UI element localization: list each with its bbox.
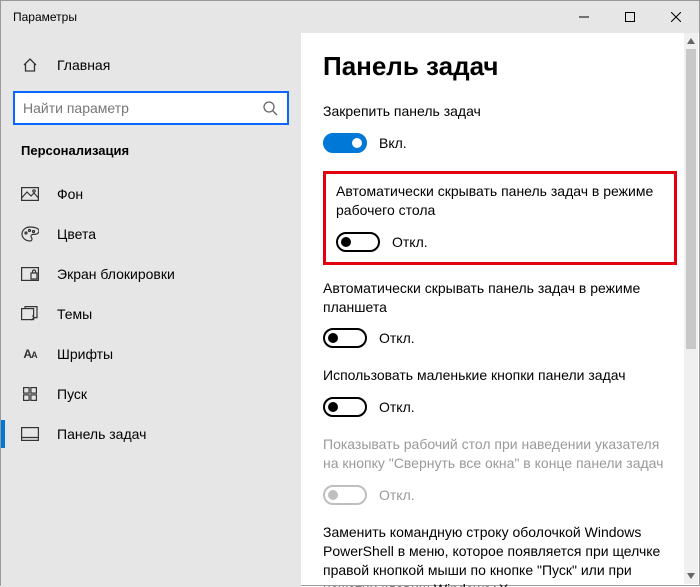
toggle-autohide-desktop[interactable] (336, 232, 380, 252)
sidebar-item-label: Экран блокировки (57, 266, 175, 282)
sidebar-item-fonts[interactable]: AA Шрифты (1, 334, 301, 374)
setting-label: Показывать рабочий стол при наведении ук… (323, 435, 677, 473)
scroll-up-icon[interactable] (684, 33, 698, 49)
sidebar-item-label: Цвета (57, 226, 96, 242)
sidebar-item-lockscreen[interactable]: Экран блокировки (1, 254, 301, 294)
window-title: Параметры (1, 10, 77, 24)
toggle-lock-taskbar[interactable] (323, 133, 367, 153)
sidebar-home-label: Главная (57, 57, 110, 73)
themes-icon (21, 305, 39, 323)
sidebar-item-label: Пуск (57, 386, 87, 402)
scroll-down-icon[interactable] (684, 568, 698, 584)
toggle-small-buttons[interactable] (323, 397, 367, 417)
toggle-state: Вкл. (379, 135, 407, 151)
setting-small-buttons: Использовать маленькие кнопки панели зад… (323, 366, 677, 417)
scrollbar[interactable] (684, 33, 698, 584)
toggle-state: Откл. (379, 330, 415, 346)
toggle-state: Откл. (392, 234, 428, 250)
search-icon (261, 99, 279, 117)
setting-label: Использовать маленькие кнопки панели зад… (323, 366, 677, 385)
sidebar-item-start[interactable]: Пуск (1, 374, 301, 414)
setting-autohide-desktop: Автоматически скрывать панель задач в ре… (323, 171, 677, 265)
sidebar-item-background[interactable]: Фон (1, 174, 301, 214)
setting-autohide-tablet: Автоматически скрывать панель задач в ре… (323, 279, 677, 349)
minimize-button[interactable] (561, 1, 607, 33)
lockscreen-icon (21, 265, 39, 283)
toggle-state: Откл. (379, 399, 415, 415)
toggle-peek-desktop (323, 485, 367, 505)
home-icon (21, 56, 39, 74)
sidebar-item-label: Фон (57, 186, 83, 202)
toggle-state: Откл. (379, 487, 415, 503)
start-icon (21, 385, 39, 403)
setting-lock-taskbar: Закрепить панель задач Вкл. (323, 102, 677, 153)
titlebar: Параметры (1, 1, 699, 33)
setting-peek-desktop: Показывать рабочий стол при наведении ук… (323, 435, 677, 505)
maximize-button[interactable] (607, 1, 653, 33)
sidebar-home[interactable]: Главная (1, 45, 301, 85)
picture-icon (21, 185, 39, 203)
sidebar-item-label: Шрифты (57, 346, 113, 362)
toggle-autohide-tablet[interactable] (323, 328, 367, 348)
sidebar-item-colors[interactable]: Цвета (1, 214, 301, 254)
taskbar-icon (21, 425, 39, 443)
close-button[interactable] (653, 1, 699, 33)
fonts-icon: AA (21, 345, 39, 363)
scroll-thumb[interactable] (686, 49, 696, 349)
page-title: Панель задач (323, 51, 677, 82)
sidebar-category: Персонализация (1, 135, 301, 174)
setting-label: Автоматически скрывать панель задач в ре… (336, 182, 664, 220)
palette-icon (21, 225, 39, 243)
search-input[interactable] (23, 100, 261, 116)
sidebar-item-themes[interactable]: Темы (1, 294, 301, 334)
window-controls (561, 1, 699, 33)
setting-replace-cmd: Заменить командную строку оболочкой Wind… (323, 523, 677, 587)
sidebar-item-label: Панель задач (57, 426, 146, 442)
setting-label: Закрепить панель задач (323, 102, 677, 121)
sidebar-item-taskbar[interactable]: Панель задач (1, 414, 301, 454)
setting-label: Заменить командную строку оболочкой Wind… (323, 523, 677, 587)
sidebar-item-label: Темы (57, 306, 92, 322)
search-input-wrap[interactable] (13, 91, 289, 125)
sidebar: Главная Персонализация Фон Цвета Экран б… (1, 33, 301, 587)
content: Панель задач Закрепить панель задач Вкл.… (301, 33, 699, 587)
setting-label: Автоматически скрывать панель задач в ре… (323, 279, 677, 317)
